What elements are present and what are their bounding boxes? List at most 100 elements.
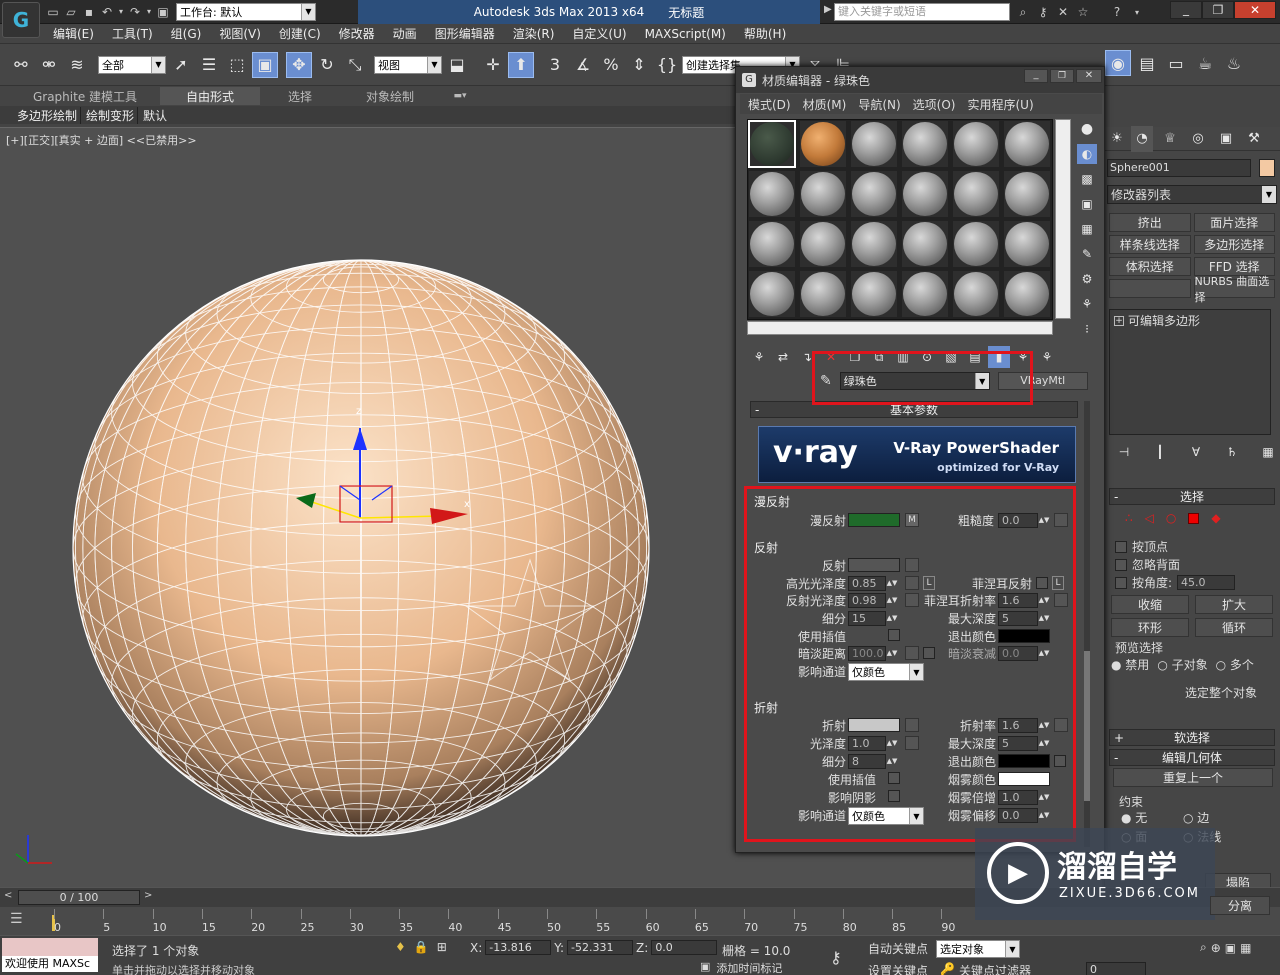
- material-map-navigator-icon[interactable]: ⚘: [1036, 346, 1058, 368]
- backlight-icon[interactable]: ◐: [1077, 144, 1097, 164]
- vertex-subobject-icon[interactable]: ∴: [1125, 511, 1133, 525]
- save-file-icon[interactable]: ▪: [80, 3, 98, 21]
- select-by-material-icon[interactable]: ⚘: [1077, 294, 1097, 314]
- ribbon-subtab-defaults[interactable]: 默认: [140, 107, 170, 124]
- menu-maxscript[interactable]: MAXScript(M): [636, 27, 735, 41]
- put-to-scene-icon[interactable]: ⇄: [772, 346, 794, 368]
- exchange-icon[interactable]: ✕: [1054, 3, 1072, 21]
- window-crossing-icon[interactable]: ▣: [252, 51, 278, 78]
- modifier-stack[interactable]: + 可编辑多边形: [1109, 309, 1271, 435]
- star-icon[interactable]: ☆: [1074, 3, 1092, 21]
- scale-icon[interactable]: ⤡: [342, 52, 368, 78]
- render-teapot-icon[interactable]: ☕: [1192, 50, 1218, 76]
- ignore-backface-checkbox[interactable]: [1115, 558, 1127, 571]
- volume-select-button[interactable]: 体积选择: [1109, 257, 1191, 276]
- sample-slot[interactable]: [850, 220, 898, 268]
- constraint-none-radio[interactable]: ● 无: [1121, 809, 1181, 826]
- bind-spacewarp-icon[interactable]: ≋: [64, 52, 90, 78]
- sample-slot[interactable]: [952, 270, 1000, 318]
- zoom-icon[interactable]: ⌕: [1200, 940, 1207, 955]
- sample-slot[interactable]: [850, 270, 898, 318]
- sample-slot[interactable]: [1003, 170, 1051, 218]
- select-object-icon[interactable]: ➚: [168, 52, 194, 78]
- edge-subobject-icon[interactable]: ◁: [1145, 511, 1154, 525]
- absolute-mode-icon[interactable]: ⊞: [437, 940, 447, 954]
- ribbon-subtab-paint-deform[interactable]: 绘制变形: [83, 106, 139, 124]
- material-editor-icon[interactable]: ◉: [1105, 50, 1131, 76]
- video-color-check-icon[interactable]: ▦: [1077, 219, 1097, 239]
- background-icon[interactable]: ▩: [1077, 169, 1097, 189]
- reference-coord-dropdown[interactable]: 视图 ▼: [374, 55, 442, 74]
- time-slider-next[interactable]: >: [144, 890, 158, 905]
- binoculars-icon[interactable]: ⌕: [1014, 3, 1032, 21]
- ribbon-tab-selection[interactable]: 选择: [260, 87, 340, 105]
- select-by-name-icon[interactable]: ☰: [196, 52, 222, 78]
- selection-rollout-header[interactable]: - 选择: [1109, 488, 1275, 505]
- ribbon-subtab-polydraw[interactable]: 多边形绘制: [14, 106, 82, 124]
- sample-slot[interactable]: [901, 270, 949, 318]
- pivot-center-icon[interactable]: ⬓: [444, 52, 470, 78]
- make-preview-icon[interactable]: ✎: [1077, 244, 1097, 264]
- menu-group[interactable]: 组(G): [162, 25, 211, 42]
- sample-slot[interactable]: [850, 170, 898, 218]
- modify-tab-icon[interactable]: ◔: [1131, 125, 1153, 152]
- material-navigator-icon[interactable]: ⁝: [1077, 319, 1097, 339]
- menu-customize[interactable]: 自定义(U): [563, 25, 635, 42]
- expand-icon[interactable]: +: [1114, 315, 1124, 326]
- undo-icon[interactable]: ↶: [98, 3, 116, 21]
- make-unique-icon[interactable]: ∀: [1187, 443, 1205, 461]
- menu-tools[interactable]: 工具(T): [103, 25, 162, 42]
- selection-filter-dropdown[interactable]: 全部 ▼: [98, 55, 166, 74]
- spline-select-button[interactable]: 样条线选择: [1109, 235, 1191, 254]
- mat-maximize-button[interactable]: ❐: [1050, 69, 1074, 83]
- set-key-button[interactable]: 设置关键点: [868, 962, 928, 975]
- menu-animation[interactable]: 动画: [384, 25, 426, 42]
- minimize-button[interactable]: _: [1170, 1, 1202, 19]
- open-file-icon[interactable]: ▱: [62, 3, 80, 21]
- close-button[interactable]: ✕: [1234, 1, 1276, 19]
- ribbon-options-icon[interactable]: ▬▾: [440, 87, 480, 105]
- search-input[interactable]: 键入关键字或短语: [834, 3, 1010, 21]
- render-setup-icon[interactable]: ▤: [1134, 50, 1160, 76]
- time-slider-thumb[interactable]: 0 / 100: [18, 890, 140, 905]
- sample-slot[interactable]: [952, 170, 1000, 218]
- mat-menu-material[interactable]: 材质(M): [803, 96, 847, 113]
- key-set-dropdown[interactable]: 选定对象 ▼: [936, 940, 1020, 958]
- material-editor-titlebar[interactable]: G 材质编辑器 - 绿珠色 _ ❐ ✕: [736, 67, 1104, 93]
- ring-button[interactable]: 环形: [1111, 618, 1189, 637]
- zoom-all-icon[interactable]: ⊕: [1211, 941, 1221, 955]
- empty-modifier-button[interactable]: [1109, 279, 1191, 298]
- zoom-extents-all-icon[interactable]: ▦: [1240, 941, 1251, 955]
- remove-modifier-icon[interactable]: ♄: [1223, 443, 1241, 461]
- stack-item-editable-poly[interactable]: 可编辑多边形: [1128, 312, 1200, 329]
- options-icon[interactable]: ⚙: [1077, 269, 1097, 289]
- sample-slot[interactable]: [901, 170, 949, 218]
- repeat-last-button[interactable]: 重复上一个: [1113, 768, 1273, 787]
- configure-sets-icon[interactable]: ▦: [1259, 443, 1277, 461]
- sphere-object[interactable]: [72, 259, 650, 837]
- poly-select-button[interactable]: 多边形选择: [1193, 235, 1275, 254]
- menu-help[interactable]: 帮助(H): [735, 25, 795, 42]
- ribbon-tab-freeform[interactable]: 自由形式: [160, 87, 260, 105]
- workspace-dropdown[interactable]: 工作台: 默认 ▼: [176, 2, 316, 21]
- menu-edit[interactable]: 编辑(E): [44, 25, 103, 42]
- search-expand-icon[interactable]: ▶: [824, 4, 832, 15]
- menu-graph-editors[interactable]: 图形编辑器: [426, 25, 504, 42]
- menu-create[interactable]: 创建(C): [270, 25, 330, 42]
- redo-icon[interactable]: ↷: [126, 3, 144, 21]
- current-frame-field[interactable]: 0: [1086, 962, 1146, 975]
- timeline-config-icon[interactable]: ☰: [10, 911, 23, 927]
- percent-snap-icon[interactable]: %: [598, 52, 624, 78]
- pin-stack-icon[interactable]: ⊣: [1115, 443, 1133, 461]
- key-filters-button[interactable]: 🔑 关键点过滤器: [940, 962, 1031, 975]
- by-angle-checkbox[interactable]: [1115, 576, 1127, 589]
- new-file-icon[interactable]: ▭: [44, 3, 62, 21]
- nurbs-surface-select-button[interactable]: NURBS 曲面选择: [1193, 275, 1275, 304]
- utilities-tab-icon[interactable]: ⚒: [1243, 126, 1265, 152]
- display-panel-icon[interactable]: ▣: [1215, 126, 1237, 152]
- sample-slot[interactable]: [850, 120, 898, 168]
- sample-slot[interactable]: [799, 170, 847, 218]
- grow-button[interactable]: 扩大: [1195, 595, 1273, 614]
- rotate-icon[interactable]: ↻: [314, 52, 340, 78]
- project-folder-icon[interactable]: ▣: [154, 3, 172, 21]
